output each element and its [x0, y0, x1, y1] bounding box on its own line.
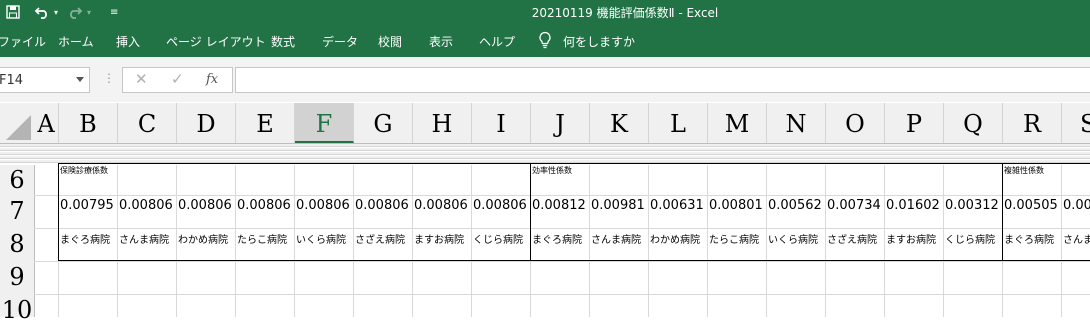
- column-headers: A B C D E F G H I J K L M N O P Q R S: [0, 103, 1090, 144]
- name-box[interactable]: F14: [0, 67, 90, 93]
- cell-value[interactable]: 0.00812: [532, 198, 586, 213]
- cell-value[interactable]: 0.00734: [827, 198, 881, 213]
- cell-value[interactable]: 0.00312: [945, 198, 999, 213]
- column-header-r[interactable]: R: [1003, 103, 1062, 143]
- select-all-corner[interactable]: [0, 103, 34, 143]
- hospital-name[interactable]: まぐろ病院: [1004, 231, 1054, 246]
- tab-home[interactable]: ホーム: [58, 33, 94, 50]
- section-label: 複雑性係数: [1004, 166, 1044, 175]
- grid-line: [34, 261, 1090, 262]
- tab-file[interactable]: ファイル: [0, 33, 46, 50]
- column-header-i[interactable]: I: [472, 103, 531, 143]
- chevron-down-icon[interactable]: [76, 77, 84, 82]
- enter-icon[interactable]: ✓: [171, 70, 184, 88]
- row-header-10[interactable]: 10: [0, 294, 34, 327]
- formula-bar-area: F14 ⋮ ✕ ✓ fx: [0, 57, 1090, 102]
- hospital-name[interactable]: わかめ病院: [178, 231, 228, 246]
- column-header-c[interactable]: C: [118, 103, 177, 143]
- column-header-s[interactable]: S: [1062, 103, 1090, 143]
- section-label: 効率性係数: [532, 166, 572, 175]
- column-header-p[interactable]: P: [885, 103, 944, 143]
- row-header-6[interactable]: 6: [0, 165, 34, 195]
- tab-review[interactable]: 校閲: [378, 33, 402, 50]
- column-header-b[interactable]: B: [59, 103, 118, 143]
- hospital-name[interactable]: さざえ病院: [355, 231, 405, 246]
- hospital-name[interactable]: さんま: [1063, 231, 1090, 246]
- hospital-name[interactable]: わかめ病院: [650, 231, 700, 246]
- cell-value[interactable]: 0.00806: [119, 198, 173, 213]
- row-headers: 6 7 8 9 10: [0, 165, 35, 324]
- collapsed-rows: [0, 144, 1090, 165]
- collapsed-row: [0, 148, 1090, 151]
- hospital-name[interactable]: くじら病院: [945, 231, 995, 246]
- hospital-name[interactable]: まぐろ病院: [532, 231, 582, 246]
- collapsed-row: [0, 152, 1090, 155]
- row-header-7[interactable]: 7: [0, 195, 34, 228]
- cell-value[interactable]: 0.01602: [886, 198, 940, 213]
- more-options-icon[interactable]: ⋮: [103, 71, 115, 85]
- section-label: 保険診療係数: [60, 166, 108, 175]
- hospital-name[interactable]: まぐろ病院: [60, 231, 110, 246]
- hospital-name[interactable]: さざえ病院: [827, 231, 877, 246]
- collapsed-row: [0, 156, 1090, 159]
- cell-value[interactable]: 0.00505: [1004, 198, 1058, 213]
- hospital-name[interactable]: いくら病院: [768, 231, 818, 246]
- tab-help[interactable]: ヘルプ: [479, 33, 515, 50]
- name-box-value: F14: [0, 73, 24, 88]
- row-header-9[interactable]: 9: [0, 261, 34, 294]
- cell-value[interactable]: 0.00806: [178, 198, 232, 213]
- cancel-icon[interactable]: ✕: [135, 70, 148, 88]
- tab-data[interactable]: データ: [322, 33, 358, 50]
- column-header-m[interactable]: M: [708, 103, 767, 143]
- tab-page-layout[interactable]: ページ レイアウト: [166, 33, 266, 50]
- tab-insert[interactable]: 挿入: [116, 33, 140, 50]
- hospital-name[interactable]: ますお病院: [886, 231, 936, 246]
- tab-view[interactable]: 表示: [429, 33, 453, 50]
- column-header-g[interactable]: G: [354, 103, 413, 143]
- column-header-l[interactable]: L: [649, 103, 708, 143]
- tell-me-search[interactable]: 何をしますか: [563, 33, 635, 50]
- cell-value[interactable]: 0.00981: [591, 198, 645, 213]
- formula-input[interactable]: [235, 67, 1090, 93]
- column-header-j[interactable]: J: [531, 103, 590, 143]
- column-header-q[interactable]: Q: [944, 103, 1003, 143]
- column-header-h[interactable]: H: [413, 103, 472, 143]
- cell-value[interactable]: 0.00806: [414, 198, 468, 213]
- tab-formulas[interactable]: 数式: [271, 33, 295, 50]
- row-header-8[interactable]: 8: [0, 228, 34, 261]
- hospital-name[interactable]: いくら病院: [296, 231, 346, 246]
- cell-value[interactable]: 0.00806: [473, 198, 527, 213]
- hospital-name[interactable]: くじら病院: [473, 231, 523, 246]
- column-header-d[interactable]: D: [177, 103, 236, 143]
- insert-function-icon[interactable]: fx: [206, 72, 218, 87]
- cell-value[interactable]: 0.00795: [60, 198, 114, 213]
- hospital-name[interactable]: たらこ病院: [709, 231, 759, 246]
- collapsed-row: [0, 144, 1090, 147]
- cell-value[interactable]: 0.00: [1063, 198, 1090, 213]
- formula-buttons: ✕ ✓ fx: [122, 67, 233, 93]
- hospital-name[interactable]: たらこ病院: [237, 231, 287, 246]
- column-header-o[interactable]: O: [826, 103, 885, 143]
- window-title: 20210119 機能評価係数Ⅱ - Excel: [531, 6, 719, 20]
- hospital-name[interactable]: さんま病院: [591, 231, 641, 246]
- grid-line: [34, 294, 1090, 295]
- hospital-name[interactable]: ますお病院: [414, 231, 464, 246]
- cell-value[interactable]: 0.00801: [709, 198, 763, 213]
- column-header-f[interactable]: F: [295, 103, 354, 143]
- column-header-a[interactable]: A: [34, 103, 59, 143]
- hospital-name[interactable]: さんま病院: [119, 231, 169, 246]
- column-header-n[interactable]: N: [767, 103, 826, 143]
- cell-value[interactable]: 0.00562: [768, 198, 822, 213]
- title-bar: ▾ ▾ ≡ 20210119 機能評価係数Ⅱ - Excel: [0, 0, 1090, 24]
- lightbulb-icon: [539, 31, 551, 49]
- cell-value[interactable]: 0.00806: [296, 198, 350, 213]
- worksheet-grid[interactable]: 保険診療係数 0.00795 0.00806 0.00806 0.00806 0…: [34, 163, 1090, 317]
- cell-value[interactable]: 0.00806: [237, 198, 291, 213]
- ribbon-tabs: ファイル ホーム 挿入 ページ レイアウト 数式 データ 校閲 表示 ヘルプ 何…: [0, 24, 1090, 57]
- column-header-k[interactable]: K: [590, 103, 649, 143]
- column-header-e[interactable]: E: [236, 103, 295, 143]
- cell-value[interactable]: 0.00631: [650, 198, 704, 213]
- cell-value[interactable]: 0.00806: [355, 198, 409, 213]
